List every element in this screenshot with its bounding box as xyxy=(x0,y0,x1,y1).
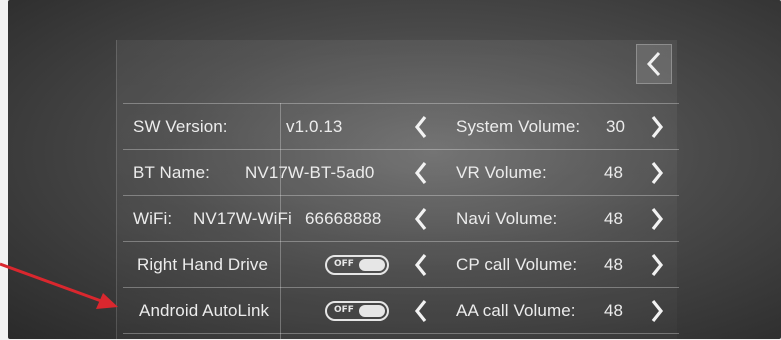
chevron-right-icon xyxy=(651,208,664,230)
vr-volume-increase-button[interactable] xyxy=(644,158,670,188)
navi-volume-label: Navi Volume: xyxy=(456,209,558,228)
settings-row-android-autolink: Android AutoLink OFF AA call Volume: 48 xyxy=(123,287,679,334)
cp-call-volume-value: 48 xyxy=(604,255,624,274)
wifi-password-value: 66668888 xyxy=(305,209,382,228)
aa-call-volume-decrease-button[interactable] xyxy=(408,296,434,326)
aa-call-volume-increase-button[interactable] xyxy=(644,296,670,326)
settings-row-bt-name: BT Name: NV17W-BT-5ad0 VR Volume: 48 xyxy=(123,149,679,196)
vr-volume-value: 48 xyxy=(604,163,624,182)
system-volume-decrease-button[interactable] xyxy=(408,112,434,142)
vr-volume-decrease-button[interactable] xyxy=(408,158,434,188)
chevron-left-icon xyxy=(414,300,427,322)
toggle-knob xyxy=(359,305,385,317)
system-volume-value: 30 xyxy=(606,117,626,136)
chevron-right-icon xyxy=(651,254,664,276)
navi-volume-decrease-button[interactable] xyxy=(408,204,434,234)
settings-row-sw-version: SW Version: v1.0.13 System Volume: 30 xyxy=(123,103,679,150)
settings-row-wifi: WiFi: NV17W-WiFi 66668888 Navi Volume: 4… xyxy=(123,195,679,242)
chevron-right-icon xyxy=(651,116,664,138)
sw-version-value: v1.0.13 xyxy=(286,117,343,136)
right-hand-drive-toggle-state: OFF xyxy=(334,259,354,269)
cp-call-volume-increase-button[interactable] xyxy=(644,250,670,280)
aa-call-volume-value: 48 xyxy=(604,301,624,320)
right-hand-drive-label: Right Hand Drive xyxy=(137,255,269,274)
cp-call-volume-decrease-button[interactable] xyxy=(408,250,434,280)
chevron-left-icon xyxy=(414,162,427,184)
navi-volume-increase-button[interactable] xyxy=(644,204,670,234)
android-autolink-toggle-state: OFF xyxy=(334,305,354,315)
bt-name-value: NV17W-BT-5ad0 xyxy=(245,163,375,182)
vr-volume-label: VR Volume: xyxy=(456,163,547,182)
system-volume-label: System Volume: xyxy=(456,117,581,136)
wifi-label: WiFi: xyxy=(133,209,173,228)
android-autolink-label: Android AutoLink xyxy=(139,301,270,320)
cp-call-volume-label: CP call Volume: xyxy=(456,255,578,274)
chevron-left-icon xyxy=(646,51,661,77)
back-button[interactable] xyxy=(636,44,672,84)
toggle-knob xyxy=(359,259,385,271)
android-autolink-toggle[interactable]: OFF xyxy=(325,301,389,321)
bt-name-label: BT Name: xyxy=(133,163,211,182)
aa-call-volume-label: AA call Volume: xyxy=(456,301,576,320)
navi-volume-value: 48 xyxy=(604,209,624,228)
wifi-name-value: NV17W-WiFi xyxy=(193,209,292,228)
settings-row-right-hand-drive: Right Hand Drive OFF CP call Volume: 48 xyxy=(123,241,679,288)
annotation-arrow-icon xyxy=(0,262,118,309)
system-volume-increase-button[interactable] xyxy=(644,112,670,142)
chevron-right-icon xyxy=(651,162,664,184)
chevron-right-icon xyxy=(651,300,664,322)
chevron-left-icon xyxy=(414,254,427,276)
settings-table: SW Version: v1.0.13 System Volume: 30 BT… xyxy=(123,103,679,339)
chevron-left-icon xyxy=(414,116,427,138)
chevron-left-icon xyxy=(414,208,427,230)
right-hand-drive-toggle[interactable]: OFF xyxy=(325,255,389,275)
sw-version-label: SW Version: xyxy=(133,117,228,136)
